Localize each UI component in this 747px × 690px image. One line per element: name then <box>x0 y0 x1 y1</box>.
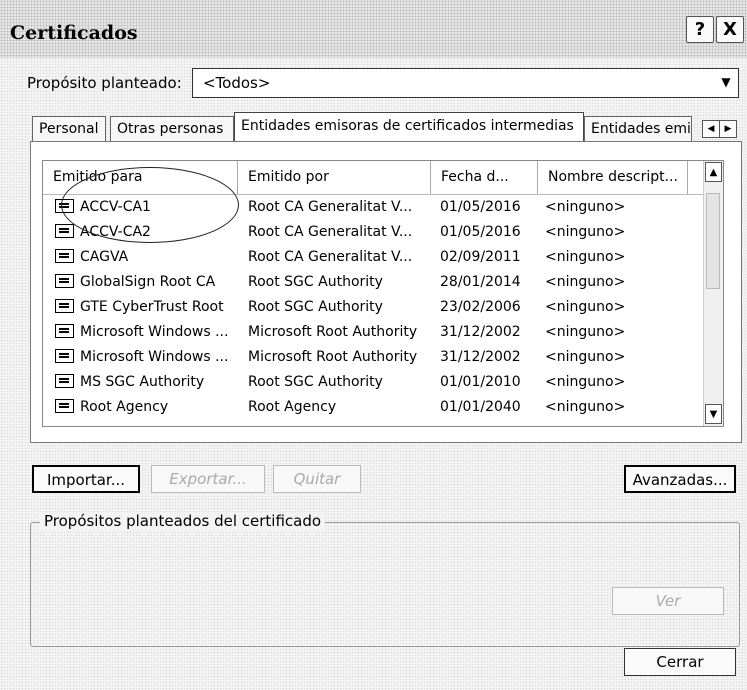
table-row[interactable]: GlobalSign Root CA Root SGC Authority 28… <box>43 271 703 296</box>
tab-scroll-right-icon[interactable]: ▶ <box>719 120 737 138</box>
issued-to-cell: Microsoft Windows ... <box>80 324 229 340</box>
remove-button[interactable]: Quitar <box>273 465 361 493</box>
friendly-name-cell: <ninguno> <box>545 399 626 415</box>
view-button[interactable]: Ver <box>612 587 724 615</box>
certificate-icon <box>55 249 74 263</box>
purpose-select-value: <Todos> <box>203 74 271 92</box>
close-window-button[interactable]: X <box>716 16 744 43</box>
advanced-button[interactable]: Avanzadas... <box>624 465 736 493</box>
certificate-icon <box>55 299 74 313</box>
issued-by-cell: Root CA Generalitat V... <box>248 249 413 265</box>
certificate-icon <box>55 399 74 413</box>
issued-by-cell: Microsoft Root Authority <box>248 349 418 365</box>
issued-to-cell: Root Agency <box>80 399 169 415</box>
issued-by-cell: Root CA Generalitat V... <box>248 224 413 240</box>
column-friendly-name[interactable]: Nombre descript... <box>538 161 688 194</box>
tab-intermediate-cas[interactable]: Entidades emisoras de certificados inter… <box>234 112 584 141</box>
friendly-name-cell: <ninguno> <box>545 349 626 365</box>
certificate-icon <box>55 224 74 238</box>
issued-to-cell: ACCV-CA1 <box>80 199 151 215</box>
table-row[interactable]: GTE CyberTrust Root Root SGC Authority 2… <box>43 296 703 321</box>
issued-to-cell: CAGVA <box>80 249 129 265</box>
table-row[interactable]: ACCV-CA2 Root CA Generalitat V... 01/05/… <box>43 221 703 246</box>
issued-by-cell: Microsoft Root Authority <box>248 324 418 340</box>
issued-to-cell: GlobalSign Root CA <box>80 274 216 290</box>
purpose-select[interactable]: <Todos> ▼ <box>192 68 739 98</box>
friendly-name-cell: <ninguno> <box>545 324 626 340</box>
date-cell: 23/02/2006 <box>440 299 521 315</box>
list-scrollbar[interactable]: ▲ ▼ <box>703 161 723 426</box>
friendly-name-cell: <ninguno> <box>545 199 626 215</box>
table-row[interactable]: Microsoft Windows ... Microsoft Root Aut… <box>43 346 703 371</box>
issued-to-cell: ACCV-CA2 <box>80 224 151 240</box>
scroll-down-icon[interactable]: ▼ <box>705 404 722 424</box>
column-issued-by[interactable]: Emitido por <box>238 161 431 194</box>
friendly-name-cell: <ninguno> <box>545 249 626 265</box>
issued-to-cell: Microsoft Windows ... <box>80 349 229 365</box>
issued-to-cell: GTE CyberTrust Root <box>80 299 224 315</box>
date-cell: 01/05/2016 <box>440 199 521 215</box>
date-cell: 02/09/2011 <box>440 249 521 265</box>
certificate-icon <box>55 274 74 288</box>
header-divider <box>43 194 703 195</box>
tab-scroll-left-icon[interactable]: ◀ <box>702 120 720 138</box>
window-title: Certificados <box>10 22 138 44</box>
issued-by-cell: Root SGC Authority <box>248 374 383 390</box>
scroll-thumb[interactable] <box>706 193 720 289</box>
certificate-icon <box>55 199 74 213</box>
tab-other-people[interactable]: Otras personas <box>110 116 234 141</box>
tab-trusted-root-cas[interactable]: Entidades emi <box>584 116 692 141</box>
table-row[interactable]: Root Agency Root Agency 01/01/2040 <ning… <box>43 396 703 421</box>
friendly-name-cell: <ninguno> <box>545 274 626 290</box>
column-issued-to[interactable]: Emitido para <box>43 161 238 194</box>
certificate-icon <box>55 374 74 388</box>
certificate-list[interactable]: Emitido para Emitido por Fecha d... Nomb… <box>42 160 724 427</box>
friendly-name-cell: <ninguno> <box>545 299 626 315</box>
help-button[interactable]: ? <box>686 16 714 43</box>
table-row[interactable]: ACCV-CA1 Root CA Generalitat V... 01/05/… <box>43 196 703 221</box>
friendly-name-cell: <ninguno> <box>545 374 626 390</box>
scroll-up-icon[interactable]: ▲ <box>705 162 722 182</box>
chevron-down-icon[interactable]: ▼ <box>716 72 736 93</box>
issued-by-cell: Root CA Generalitat V... <box>248 199 413 215</box>
certificate-icon <box>55 324 74 338</box>
certificate-rows: ACCV-CA1 Root CA Generalitat V... 01/05/… <box>43 196 703 421</box>
table-row[interactable]: MS SGC Authority Root SGC Authority 01/0… <box>43 371 703 396</box>
purpose-label: Propósito planteado: <box>27 74 182 92</box>
column-expiration-date[interactable]: Fecha d... <box>431 161 538 194</box>
date-cell: 28/01/2014 <box>440 274 521 290</box>
export-button[interactable]: Exportar... <box>151 465 265 493</box>
issued-by-cell: Root SGC Authority <box>248 299 383 315</box>
issued-by-cell: Root Agency <box>248 399 337 415</box>
tab-personal[interactable]: Personal <box>32 116 106 141</box>
date-cell: 01/01/2010 <box>440 374 521 390</box>
certificate-icon <box>55 349 74 363</box>
issued-to-cell: MS SGC Authority <box>80 374 205 390</box>
date-cell: 31/12/2002 <box>440 324 521 340</box>
table-row[interactable]: Microsoft Windows ... Microsoft Root Aut… <box>43 321 703 346</box>
table-row[interactable]: CAGVA Root CA Generalitat V... 02/09/201… <box>43 246 703 271</box>
close-button[interactable]: Cerrar <box>624 648 736 676</box>
date-cell: 01/05/2016 <box>440 224 521 240</box>
date-cell: 01/01/2040 <box>440 399 521 415</box>
purposes-group-label: Propósitos planteados del certificado <box>40 512 326 530</box>
title-bar: Certificados ? X <box>0 0 747 58</box>
friendly-name-cell: <ninguno> <box>545 224 626 240</box>
purposes-group <box>30 522 740 647</box>
issued-by-cell: Root SGC Authority <box>248 274 383 290</box>
import-button[interactable]: Importar... <box>32 465 140 493</box>
certificates-dialog: Certificados ? X Propósito planteado: <T… <box>0 0 747 690</box>
date-cell: 31/12/2002 <box>440 349 521 365</box>
